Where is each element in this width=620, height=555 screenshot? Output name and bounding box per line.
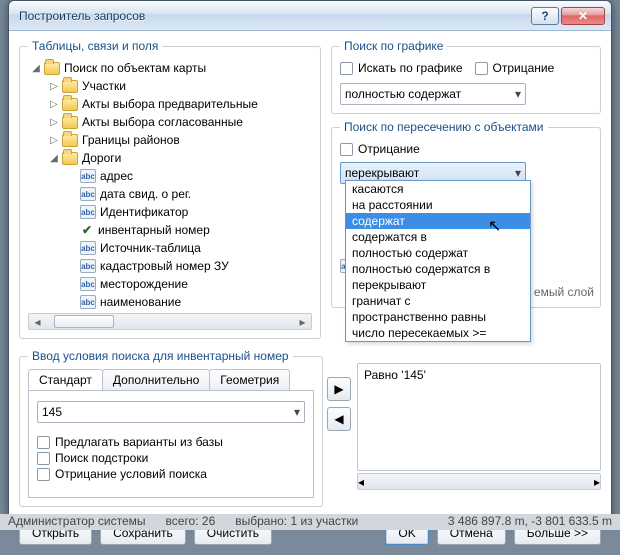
status-user: Администратор системы bbox=[8, 514, 146, 530]
folder-icon bbox=[62, 80, 78, 93]
dropdown-item[interactable]: пространственно равны bbox=[346, 309, 530, 325]
titlebar[interactable]: Построитель запросов ? ✕ bbox=[9, 1, 611, 31]
condition-hscrollbar[interactable]: ◂ ▸ bbox=[357, 473, 601, 490]
tree-field[interactable]: abcИсточник-таблица bbox=[66, 239, 312, 257]
dropdown-item[interactable]: содержат bbox=[346, 213, 530, 229]
graphic-search-legend: Поиск по графике bbox=[340, 39, 447, 53]
graphic-search-group: Поиск по графике Искать по графике Отриц… bbox=[331, 39, 601, 114]
add-condition-button[interactable]: ▶ bbox=[327, 377, 351, 401]
condition-expression-pane[interactable]: Равно '145' bbox=[357, 363, 601, 471]
tree-root[interactable]: ◢Поиск по объектам карты bbox=[30, 59, 312, 77]
tables-fields-legend: Таблицы, связи и поля bbox=[28, 39, 162, 53]
tree-field[interactable]: abcИдентификатор bbox=[66, 203, 312, 221]
field-type-icon: abc bbox=[80, 205, 96, 219]
field-type-icon: abc bbox=[80, 169, 96, 183]
negation-checkbox[interactable]: Отрицание bbox=[475, 61, 555, 75]
tree-folder[interactable]: ▷Акты выбора согласованные bbox=[48, 113, 312, 131]
tree-folder[interactable]: ▷Акты выбора предварительные bbox=[48, 95, 312, 113]
tree-field[interactable]: ✔инвентарный номер bbox=[66, 221, 312, 239]
expand-icon[interactable]: ▷ bbox=[48, 117, 60, 128]
checkbox-icon bbox=[340, 62, 353, 75]
status-selection: выбрано: 1 из участки bbox=[235, 514, 358, 530]
field-type-icon: abc bbox=[80, 277, 96, 291]
folder-icon bbox=[44, 62, 60, 75]
scroll-left-icon[interactable]: ◂ bbox=[358, 475, 364, 489]
scroll-right-icon[interactable]: ▸ bbox=[294, 315, 311, 329]
intersection-dropdown-list[interactable]: касаютсяна расстояниисодержатсодержатся … bbox=[345, 180, 531, 342]
collapse-icon[interactable]: ◢ bbox=[30, 63, 42, 74]
condition-legend: Ввод условия поиска для инвентарный номе… bbox=[28, 349, 293, 363]
field-type-icon: abc bbox=[80, 295, 96, 309]
tree-folder[interactable]: ▷Участки bbox=[48, 77, 312, 95]
field-type-icon: abc bbox=[80, 187, 96, 201]
collapse-icon[interactable]: ◢ bbox=[48, 153, 60, 164]
intersection-negation-checkbox[interactable]: Отрицание bbox=[340, 142, 592, 156]
intersection-legend: Поиск по пересечению с объектами bbox=[340, 120, 548, 134]
arrow-right-icon: ▶ bbox=[334, 382, 343, 396]
tree-field[interactable]: abcкадастровый номер ЗУ bbox=[66, 257, 312, 275]
tree-field[interactable]: abcадрес bbox=[66, 167, 312, 185]
dropdown-item[interactable]: касаются bbox=[346, 181, 530, 197]
tree-view[interactable]: ◢Поиск по объектам карты ▷Участки ▷Акты … bbox=[28, 59, 312, 311]
tab-standard[interactable]: Стандарт bbox=[28, 369, 103, 390]
negate-condition-checkbox[interactable]: Отрицание условий поиска bbox=[37, 467, 305, 481]
tab-advanced[interactable]: Дополнительно bbox=[102, 369, 210, 390]
partial-label: емый слой bbox=[534, 285, 594, 299]
tree-folder-open[interactable]: ◢Дороги bbox=[48, 149, 312, 167]
tree-folder[interactable]: ▷Границы районов bbox=[48, 131, 312, 149]
checkbox-icon bbox=[340, 143, 353, 156]
chevron-down-icon: ▾ bbox=[294, 405, 300, 419]
scroll-left-icon[interactable]: ◂ bbox=[29, 315, 46, 329]
dropdown-item[interactable]: число пересекаемых >= bbox=[346, 325, 530, 341]
check-icon: ✔ bbox=[80, 223, 94, 237]
scroll-thumb[interactable] bbox=[54, 315, 114, 328]
dropdown-item[interactable]: полностью содержат bbox=[346, 245, 530, 261]
dropdown-item[interactable]: на расстоянии bbox=[346, 197, 530, 213]
checkbox-icon bbox=[37, 468, 50, 481]
status-bar: Администратор системы всего: 26 выбрано:… bbox=[0, 514, 620, 530]
folder-icon bbox=[62, 134, 78, 147]
scroll-right-icon[interactable]: ▸ bbox=[594, 475, 600, 489]
arrow-left-icon: ◀ bbox=[334, 412, 343, 426]
window-title: Построитель запросов bbox=[19, 9, 529, 23]
tree-hscrollbar[interactable]: ◂ ▸ bbox=[28, 313, 312, 330]
search-by-graphic-checkbox[interactable]: Искать по графике bbox=[340, 61, 463, 75]
dropdown-item[interactable]: граничат с bbox=[346, 293, 530, 309]
dropdown-item[interactable]: перекрывают bbox=[346, 277, 530, 293]
value-combo[interactable]: 145 ▾ bbox=[37, 401, 305, 423]
checkbox-icon bbox=[37, 452, 50, 465]
folder-icon bbox=[62, 98, 78, 111]
folder-icon bbox=[62, 152, 78, 165]
dropdown-item[interactable]: полностью содержатся в bbox=[346, 261, 530, 277]
tab-body: 145 ▾ Предлагать варианты из базы Поиск … bbox=[28, 390, 314, 498]
expand-icon[interactable]: ▷ bbox=[48, 99, 60, 110]
checkbox-icon bbox=[475, 62, 488, 75]
field-type-icon: abc bbox=[80, 259, 96, 273]
dropdown-item[interactable]: содержатся в bbox=[346, 229, 530, 245]
tab-geometry[interactable]: Геометрия bbox=[209, 369, 290, 390]
help-button[interactable]: ? bbox=[531, 7, 559, 25]
field-type-icon: abc bbox=[80, 241, 96, 255]
chevron-down-icon: ▾ bbox=[515, 166, 521, 180]
checkbox-icon bbox=[37, 436, 50, 449]
status-total: всего: 26 bbox=[166, 514, 216, 530]
condition-input-group: Ввод условия поиска для инвентарный номе… bbox=[19, 349, 323, 507]
substring-checkbox[interactable]: Поиск подстроки bbox=[37, 451, 305, 465]
suggest-from-db-checkbox[interactable]: Предлагать варианты из базы bbox=[37, 435, 305, 449]
tree-field[interactable]: abcдата свид. о рег. bbox=[66, 185, 312, 203]
tree-field[interactable]: abcместорождение bbox=[66, 275, 312, 293]
tree-field[interactable]: abcнаименование bbox=[66, 293, 312, 311]
expand-icon[interactable]: ▷ bbox=[48, 81, 60, 92]
folder-icon bbox=[62, 116, 78, 129]
chevron-down-icon: ▾ bbox=[515, 87, 521, 101]
graphic-mode-combo[interactable]: полностью содержат ▾ bbox=[340, 83, 526, 105]
expand-icon[interactable]: ▷ bbox=[48, 135, 60, 146]
close-button[interactable]: ✕ bbox=[561, 7, 605, 25]
status-coord: 3 486 897.8 m, -3 801 633.5 m bbox=[448, 514, 612, 530]
condition-tabs: Стандарт Дополнительно Геометрия bbox=[28, 369, 314, 390]
remove-condition-button[interactable]: ◀ bbox=[327, 407, 351, 431]
tables-fields-group: Таблицы, связи и поля ◢Поиск по объектам… bbox=[19, 39, 321, 339]
